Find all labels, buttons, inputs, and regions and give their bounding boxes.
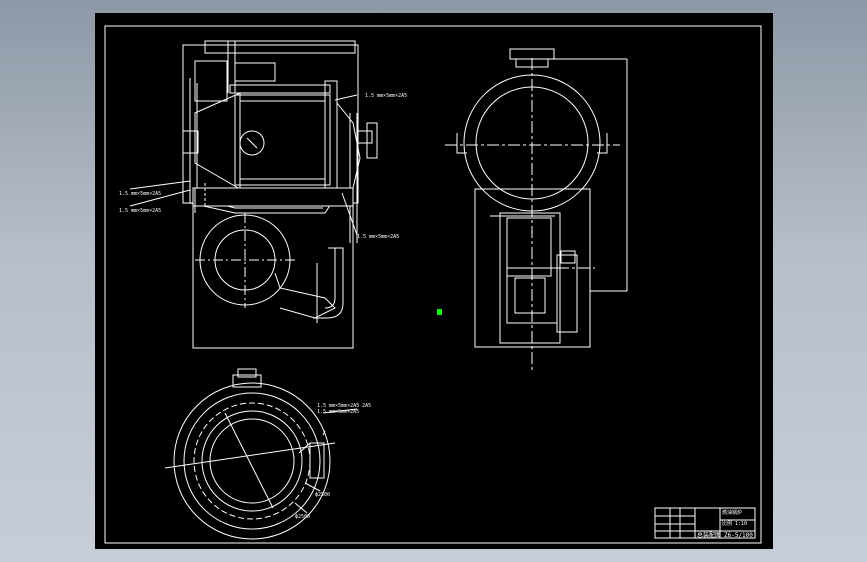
front-view [182,40,378,349]
plan-view [164,368,358,540]
cad-drawing[interactable]: 1.5 mm×5mm×2A5 1.5 mm×5mm×2A5 1.5 mm×5mm… [95,13,773,549]
label-circle-right: ф2500 [315,492,330,498]
title-block-title: 总装配图 [697,531,721,539]
label-left-2: 1.5 mm×5mm×2A5 [119,208,161,214]
leader-lines [129,94,358,236]
drawing-border [104,25,762,544]
title-block-code: Z6-5/100 [724,532,753,539]
title-block-row1: 燃油锅炉 [722,509,742,516]
label-top-right: 1.5 mm×5mm×2A5 [365,93,407,99]
label-circle-bottom: ф2500 [295,514,310,520]
cursor-icon [437,309,442,315]
side-view [445,48,628,373]
label-left-1: 1.5 mm×5mm×2A5 [119,191,161,197]
title-block-row2: 比例 1:10 [722,520,747,527]
label-mid-right: 1.5 mm×5mm×2A5 [357,234,399,240]
cad-viewport[interactable]: 1.5 mm×5mm×2A5 1.5 mm×5mm×2A5 1.5 mm×5mm… [0,0,867,562]
drawing-sheet[interactable]: 1.5 mm×5mm×2A5 1.5 mm×5mm×2A5 1.5 mm×5mm… [95,13,773,549]
label-circle-top2: 1.5 mm×5mm×2A5 [317,409,359,415]
